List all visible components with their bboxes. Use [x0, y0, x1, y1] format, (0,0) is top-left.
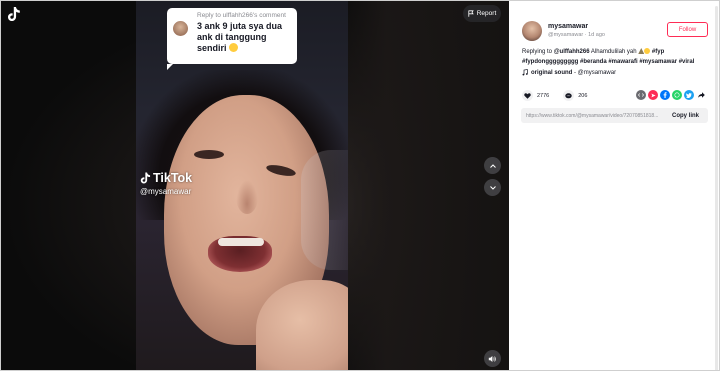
hashtag-link[interactable]: #fyp: [652, 49, 664, 55]
chevron-up-icon: [489, 163, 496, 168]
watermark-brand: TikTok: [153, 171, 193, 185]
report-label: Report: [476, 10, 497, 17]
reply-comment-bubble: Reply to ulffahh266's comment 3 ank 9 ju…: [167, 8, 297, 70]
reply-comment-header: Reply to ulffahh266's comment: [197, 12, 286, 19]
comment-button[interactable]: [563, 90, 575, 101]
share-buttons: [636, 90, 706, 100]
music-note-icon: [522, 69, 528, 76]
reply-comment-text-body: 3 ank 9 juta sya dua ank di tanggung sen…: [197, 21, 283, 53]
twitter-icon: [686, 92, 692, 98]
smile-emoji-icon: [644, 48, 651, 54]
caption-mention-link[interactable]: @ulffahh266: [554, 49, 590, 55]
comment-count: 206: [578, 92, 588, 99]
previous-video-button[interactable]: [484, 157, 501, 174]
video-link-url[interactable]: https://www.tiktok.com/@mysamawar/video/…: [526, 113, 666, 119]
hashtags-line[interactable]: #fypdonggggggggg #beranda #mawarafi #mys…: [522, 59, 694, 65]
tiktok-watermark-logo-icon: [140, 172, 151, 184]
next-video-button[interactable]: [484, 179, 501, 196]
avatar[interactable]: [522, 21, 542, 41]
like-button[interactable]: [522, 90, 533, 101]
grinning-emoji-icon: [228, 43, 238, 52]
video-scene-teeth: [218, 238, 264, 246]
video-scene-nose: [236, 180, 258, 214]
more-share-button[interactable]: [696, 90, 706, 100]
send-icon: [650, 93, 656, 97]
tiktok-logo-icon[interactable]: [7, 6, 21, 22]
flag-icon: [468, 10, 474, 17]
like-count: 2776: [537, 92, 550, 99]
sound-owner: - @mysamawar: [572, 69, 617, 76]
reply-comment-avatar: [173, 21, 188, 36]
sound-label: original sound: [531, 69, 573, 76]
watermark-username: @mysamawar: [140, 187, 192, 196]
volume-icon: [488, 355, 496, 362]
share-arrow-icon: [697, 92, 705, 98]
video-scene-eye-left: [194, 150, 224, 159]
facebook-share-button[interactable]: [660, 90, 670, 100]
video-scene-pillow: [301, 150, 348, 270]
volume-button[interactable]: [484, 350, 501, 367]
send-to-friends-button[interactable]: [648, 90, 658, 100]
chevron-down-icon: [489, 185, 496, 190]
video-player[interactable]: Reply to ulffahh266's comment 3 ank 9 ju…: [0, 0, 509, 371]
author-username[interactable]: mysamawar: [548, 23, 588, 30]
original-sound-link[interactable]: original sound - @mysamawar: [522, 69, 616, 76]
facebook-icon: [663, 92, 667, 98]
report-button[interactable]: Report: [463, 5, 501, 22]
heart-icon: [524, 92, 531, 99]
whatsapp-share-button[interactable]: [672, 90, 682, 100]
author-handle-time: @mysamawar · 1d ago: [548, 32, 605, 38]
video-details-panel: mysamawar @mysamawar · 1d ago Follow Rep…: [509, 0, 720, 371]
caption-prefix: Replying to: [522, 49, 554, 55]
video-caption: Replying to @ulffahh266 Alhamdulilah yah…: [522, 47, 707, 67]
twitter-share-button[interactable]: [684, 90, 694, 100]
engagement-stats: 2776 206: [522, 90, 601, 101]
video-link-field: https://www.tiktok.com/@mysamawar/video/…: [521, 108, 708, 123]
panel-scrollbar[interactable]: [715, 6, 718, 371]
embed-button[interactable]: [636, 90, 646, 100]
embed-icon: [638, 93, 644, 97]
comment-icon: [565, 92, 572, 98]
whatsapp-icon: [674, 92, 680, 98]
copy-link-button[interactable]: Copy link: [672, 113, 699, 119]
caption-text: Alhamdulilah yah: [589, 49, 639, 55]
tiktok-watermark: TikTok @mysamawar: [140, 171, 192, 196]
follow-button[interactable]: Follow: [667, 22, 708, 37]
reply-comment-text: 3 ank 9 juta sya dua ank di tanggung sen…: [197, 21, 291, 54]
